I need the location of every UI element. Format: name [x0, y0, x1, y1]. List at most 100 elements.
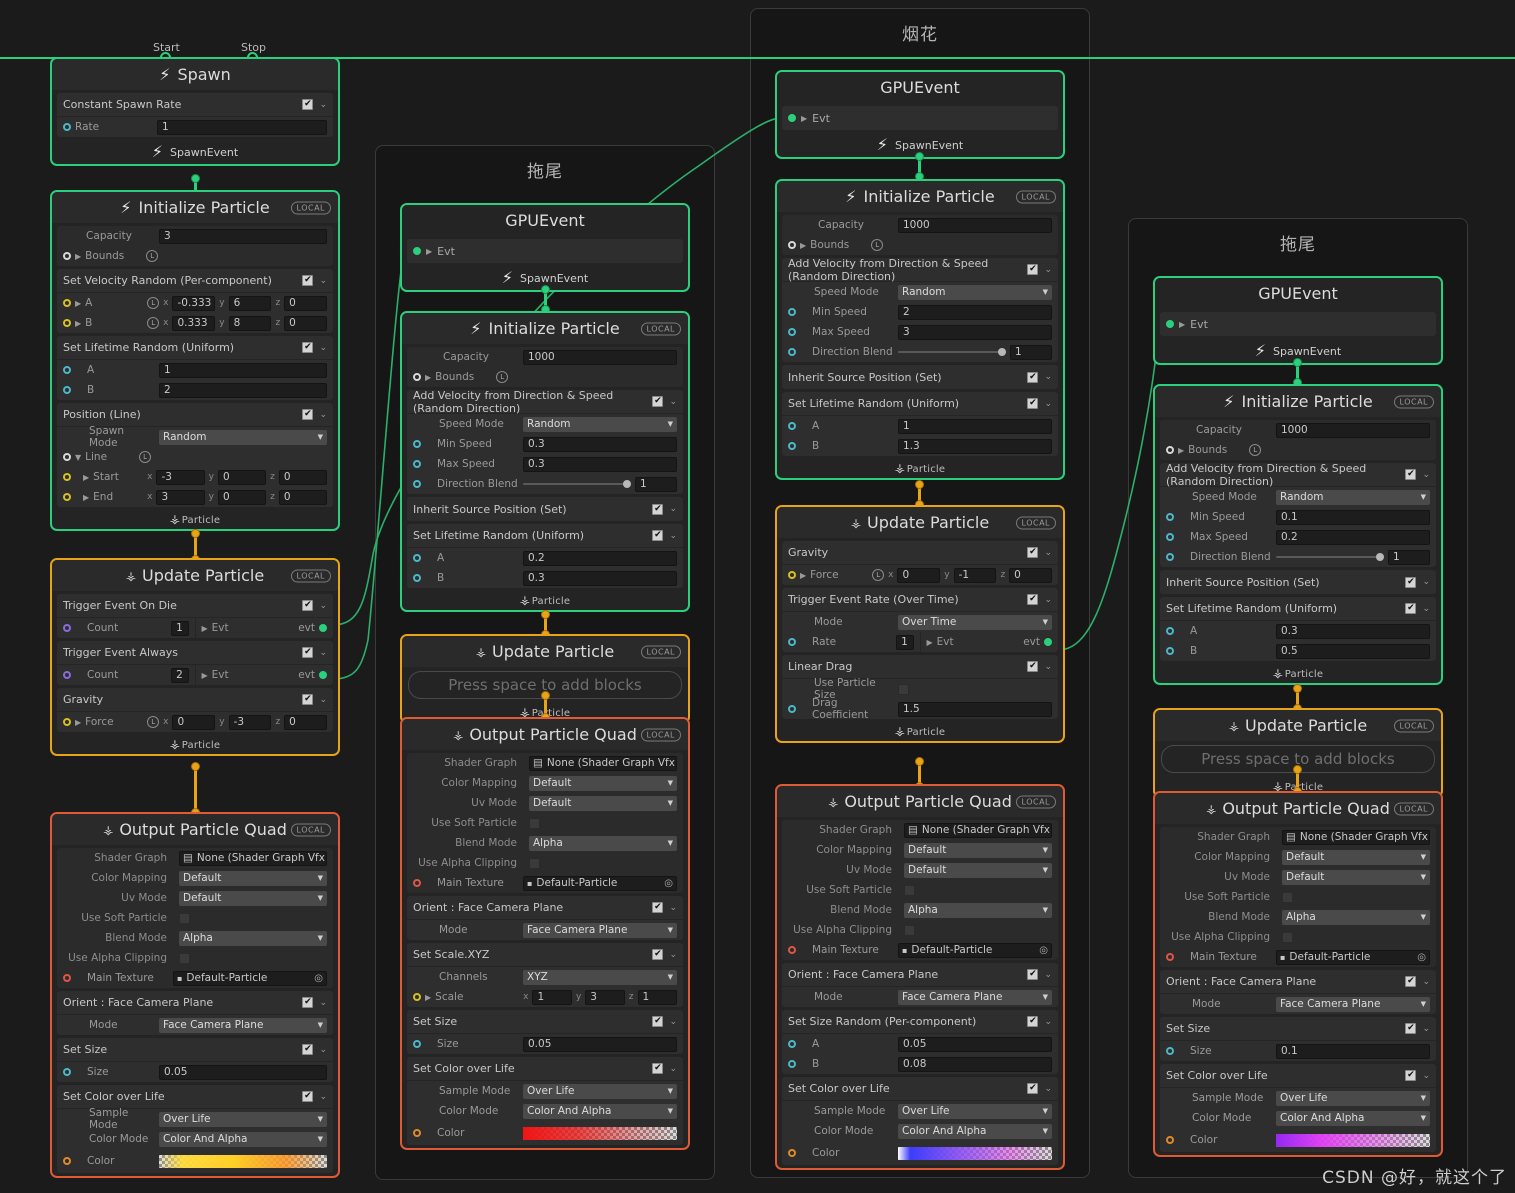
- property-row[interactable]: Min Speed 0.3: [407, 434, 683, 454]
- input-port[interactable]: [1166, 1047, 1174, 1055]
- block-header[interactable]: Set Color over Life ✔ ⌄: [782, 1077, 1058, 1101]
- block-linear-drag[interactable]: Linear Drag ✔ ⌄ Use Particle Size Drag C…: [782, 655, 1058, 721]
- main-texture-field[interactable]: ▪ Default-Particle ◎: [1276, 949, 1430, 965]
- dropdown-speed-mode[interactable]: Random ▼: [898, 284, 1052, 300]
- value-field[interactable]: 0.1: [1276, 1043, 1430, 1059]
- local-space-tag[interactable]: LOCAL: [290, 823, 331, 836]
- local-space-tag[interactable]: LOCAL: [1393, 802, 1434, 815]
- dropdown-blend-mode[interactable]: Alpha ▼: [179, 930, 327, 946]
- chevron-down-icon[interactable]: ⌄: [319, 343, 327, 353]
- property-row[interactable]: Main Texture ▪ Default-Particle ◎: [57, 968, 333, 988]
- direction-blend-slider[interactable]: [1276, 550, 1384, 565]
- block-header[interactable]: Inherit Source Position (Set) ✔ ⌄: [407, 497, 683, 521]
- gpu-evt-input[interactable]: ▶ Evt: [407, 239, 683, 263]
- chevron-down-icon[interactable]: ⌄: [319, 648, 327, 658]
- value-field[interactable]: 0.2: [523, 550, 677, 566]
- property-row[interactable]: Max Speed 0.2: [1160, 527, 1436, 547]
- dropdown-color-mapping[interactable]: Default ▼: [179, 870, 327, 886]
- expand-triangle-icon[interactable]: ▶: [425, 373, 431, 382]
- block-header[interactable]: Add Velocity from Direction & Speed (Ran…: [782, 257, 1058, 283]
- block-add-velocity[interactable]: Add Velocity from Direction & Speed (Ran…: [782, 257, 1058, 362]
- block-enable-checkbox[interactable]: ✔: [1027, 1083, 1039, 1094]
- input-port[interactable]: [788, 241, 796, 249]
- input-port[interactable]: [413, 373, 421, 381]
- dropdown-mode[interactable]: Over Time ▼: [898, 614, 1052, 630]
- property-row[interactable]: Use Alpha Clipping: [782, 920, 1058, 940]
- value-field[interactable]: 1.3: [898, 438, 1052, 454]
- dropdown-mode[interactable]: Face Camera Plane ▼: [523, 922, 677, 938]
- value-field[interactable]: 0.3: [523, 436, 677, 452]
- block-enable-checkbox[interactable]: ✔: [1405, 976, 1417, 987]
- rate-input-area[interactable]: Rate 1: [782, 632, 921, 652]
- slider-knob[interactable]: [998, 348, 1006, 356]
- property-row[interactable]: ▶ Bounds L: [407, 367, 683, 387]
- chevron-down-icon[interactable]: ⌄: [669, 397, 677, 407]
- spawn-event-output[interactable]: ⚡ SpawnEvent: [52, 140, 338, 164]
- dropdown-sample-mode[interactable]: Over Life ▼: [898, 1103, 1052, 1119]
- value-field[interactable]: 1: [159, 362, 327, 378]
- value-field-x[interactable]: -0.333: [172, 295, 216, 311]
- property-row[interactable]: Color Mapping Default ▼: [782, 840, 1058, 860]
- property-row[interactable]: Color Mode Color And Alpha ▼: [782, 1121, 1058, 1141]
- block-set-lifetime-random[interactable]: Set Lifetime Random (Uniform) ✔ ⌄ A 0.2 …: [407, 524, 683, 588]
- dropdown-color-mode[interactable]: Color And Alpha ▼: [898, 1123, 1052, 1139]
- dropdown-spawn-mode[interactable]: Random ▼: [159, 429, 327, 445]
- block-header[interactable]: Inherit Source Position (Set) ✔ ⌄: [782, 365, 1058, 389]
- property-row[interactable]: Mode Face Camera Plane ▼: [407, 920, 683, 940]
- property-row[interactable]: Speed Mode Random ▼: [407, 414, 683, 434]
- block-header[interactable]: Set Velocity Random (Per-component) ✔ ⌄: [57, 269, 333, 293]
- expand-triangle-icon[interactable]: ▶: [1178, 446, 1184, 455]
- value-field[interactable]: 1: [635, 476, 677, 492]
- chevron-down-icon[interactable]: ⌄: [1044, 662, 1052, 672]
- property-row[interactable]: Sample Mode Over Life ▼: [407, 1081, 683, 1101]
- value-field[interactable]: 0.3: [523, 570, 677, 586]
- value-field[interactable]: 1: [157, 119, 327, 135]
- value-field-z[interactable]: 0: [284, 295, 327, 311]
- block-set-velocity-random[interactable]: Set Velocity Random (Per-component) ✔ ⌄ …: [57, 269, 333, 333]
- local-space-tag[interactable]: LOCAL: [290, 201, 331, 214]
- block-header[interactable]: Gravity ✔ ⌄: [57, 688, 333, 712]
- input-port[interactable]: [63, 1157, 71, 1165]
- property-row[interactable]: Sample Mode Over Life ▼: [782, 1101, 1058, 1121]
- block-header[interactable]: Constant Spawn Rate ✔ ⌄: [57, 93, 333, 117]
- property-row[interactable]: ▶ Bounds L: [57, 246, 333, 266]
- block-enable-checkbox[interactable]: ✔: [1027, 547, 1039, 558]
- block-header[interactable]: Position (Line) ✔ ⌄: [57, 403, 333, 427]
- property-row[interactable]: Use Soft Particle: [782, 880, 1058, 900]
- dropdown-uv-mode[interactable]: Default ▼: [904, 862, 1052, 878]
- input-port[interactable]: [788, 348, 796, 356]
- input-port[interactable]: [63, 386, 71, 394]
- block-enable-checkbox[interactable]: ✔: [302, 409, 314, 420]
- input-port[interactable]: [63, 123, 71, 131]
- input-port[interactable]: [1166, 513, 1174, 521]
- expand-triangle-icon[interactable]: ▶: [800, 571, 806, 580]
- expand-triangle-icon[interactable]: ▶: [83, 473, 89, 482]
- shader-graph-field[interactable]: ▤None (Shader Graph Vfx Asset)◎: [1282, 829, 1430, 845]
- property-row[interactable]: Color Mapping Default ▼: [1160, 847, 1436, 867]
- block-orient-face-camera-plane[interactable]: Orient : Face Camera Plane ✔ ⌄ Mode Face…: [1160, 970, 1436, 1014]
- use-soft-particle-checkbox[interactable]: [529, 817, 540, 829]
- node-gpuevent-3[interactable]: GPUEvent ▶ Evt ⚡ SpawnEvent: [775, 70, 1065, 159]
- input-port[interactable]: [1166, 446, 1174, 454]
- block-header[interactable]: Set Size Random (Per-component) ✔ ⌄: [782, 1010, 1058, 1034]
- property-row[interactable]: ▶ A L x -0.333 y 6 z 0: [57, 293, 333, 313]
- property-row[interactable]: Min Speed 2: [782, 302, 1058, 322]
- block-header[interactable]: Set Color over Life ✔ ⌄: [1160, 1064, 1436, 1088]
- node-output-particle-quad-1[interactable]: ⚶ Output Particle Quad LOCAL Shader Grap…: [50, 812, 340, 1178]
- property-row[interactable]: Speed Mode Random ▼: [1160, 487, 1436, 507]
- value-field-x[interactable]: 3: [156, 489, 205, 505]
- gpu-evt-input[interactable]: ▶ Evt: [1160, 312, 1436, 336]
- node-spawn[interactable]: ⚡ Spawn Constant Spawn Rate ✔ ⌄ Rate 1 ⚡…: [50, 57, 340, 166]
- flow-link-dot[interactable]: [915, 480, 924, 489]
- property-row[interactable]: Mode Face Camera Plane ▼: [782, 987, 1058, 1007]
- node-output-particle-quad-2[interactable]: ⚶ Output Particle Quad LOCAL Shader Grap…: [400, 717, 690, 1150]
- expand-triangle-icon[interactable]: ▶: [75, 718, 81, 727]
- property-row[interactable]: Mode Face Camera Plane ▼: [57, 1015, 333, 1035]
- value-field[interactable]: 1.5: [898, 701, 1052, 717]
- space-toggle[interactable]: L: [139, 451, 152, 463]
- property-row[interactable]: Color Mode Color And Alpha ▼: [57, 1129, 333, 1149]
- value-field[interactable]: 0.05: [159, 1064, 327, 1080]
- local-space-tag[interactable]: LOCAL: [1015, 516, 1056, 529]
- value-field-y[interactable]: -1: [953, 567, 997, 583]
- block-enable-checkbox[interactable]: ✔: [1405, 1070, 1417, 1081]
